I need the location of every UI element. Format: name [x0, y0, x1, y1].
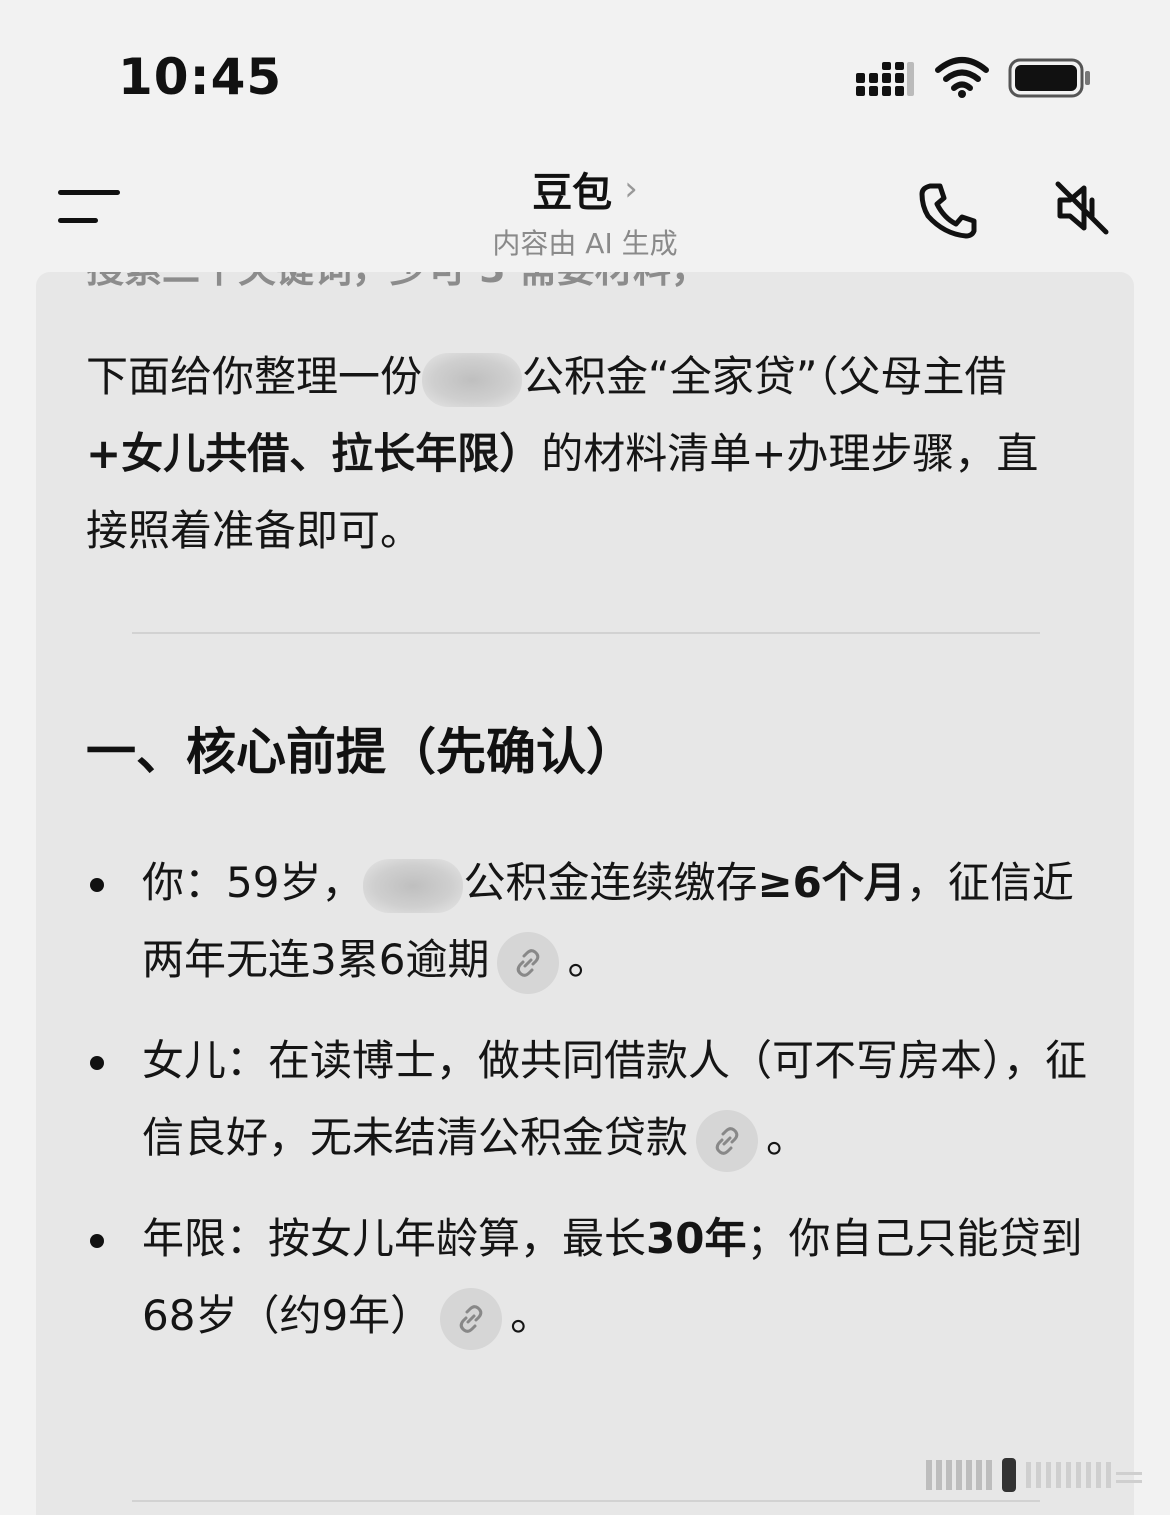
signal-icon [856, 62, 914, 96]
chat-header: 豆包 › 内容由 AI 生成 [0, 150, 1170, 272]
source-link-button[interactable] [440, 1287, 503, 1350]
blurred-redaction [363, 858, 464, 913]
list-item-text: 年限：按女儿年龄算，最长 [142, 1214, 647, 1263]
link-icon [517, 948, 540, 977]
status-bar: 10:45 [0, 0, 1170, 150]
bot-title-button[interactable]: 豆包 › [532, 160, 638, 218]
mute-button[interactable] [1052, 178, 1112, 238]
section-divider [132, 632, 1040, 634]
list-item-text: 公积金连续缴存 [463, 858, 758, 907]
bullet-dot [90, 878, 104, 892]
section-heading: 一、核心前提（先确认） [86, 723, 636, 781]
intro-text-1: 下面给你整理一份 [86, 352, 423, 401]
link-icon [715, 1126, 739, 1155]
prerequisite-list: 你：59岁， 公积金连续缴存≥6个月，征信近两年无连3累6逾期。 女儿：在读博士，… [86, 844, 1096, 1378]
ai-message-bubble: 搜索二十关键词，少可 3 需要材料， 下面给你整理一份 公积金“全家贷”（父母主借… [36, 272, 1134, 1515]
message-intro: 下面给你整理一份 公积金“全家贷”（父母主借+女儿共借、拉长年限）的材料清单+办理… [86, 338, 1066, 569]
list-item-text: 你：59岁， [142, 858, 364, 907]
screen: 10:45 豆包 › 内容由 AI 生成 下面给你整理一份 公积金“全家贷”（父… [0, 0, 1170, 1515]
list-item-end: 。 [510, 1291, 553, 1340]
intro-text-2: 公积金“全家贷”（父母主借 [522, 352, 1007, 401]
list-item: 年限：按女儿年龄算，最长30年；你自己只能贷到68岁（约9年）。 [86, 1200, 1096, 1354]
bullet-dot [90, 1056, 104, 1070]
call-button[interactable] [916, 180, 980, 240]
clipped-text-line: 搜索二十关键词，少可 3 需要材料， [86, 272, 709, 293]
list-item-end: 。 [766, 1113, 809, 1162]
intro-text-bold: +女儿共借、拉长年限） [86, 429, 542, 478]
link-icon [459, 1304, 483, 1333]
speaker-mute-icon [1055, 181, 1109, 235]
battery-icon [1008, 58, 1090, 98]
list-item: 你：59岁， 公积金连续缴存≥6个月，征信近两年无连3累6逾期。 [86, 844, 1096, 998]
status-time: 10:45 [118, 48, 283, 106]
source-link-button[interactable] [497, 931, 560, 994]
phone-icon [919, 183, 977, 239]
bullet-dot [90, 1234, 104, 1248]
ai-disclaimer: 内容由 AI 生成 [492, 227, 678, 260]
source-link-button[interactable] [696, 1109, 759, 1172]
list-item-bold: ≥6个月 [757, 858, 906, 907]
chevron-right-icon: › [624, 169, 638, 209]
list-item: 女儿：在读博士，做共同借款人（可不写房本），征信良好，无未结清公积金贷款。 [86, 1022, 1096, 1176]
list-item-end: 。 [567, 935, 610, 984]
blurred-redaction [422, 352, 523, 407]
list-item-text: 女儿：在读博士，做共同借款人（可不写房本），征信良好，无未结清公积金贷款 [142, 1036, 1088, 1162]
title-area: 豆包 › [0, 160, 1170, 218]
list-item-bold: 30年 [646, 1214, 747, 1263]
section-divider [132, 1500, 1040, 1502]
wifi-icon [935, 57, 989, 98]
bot-name: 豆包 [532, 170, 613, 216]
watermark-icon [926, 1458, 1142, 1492]
